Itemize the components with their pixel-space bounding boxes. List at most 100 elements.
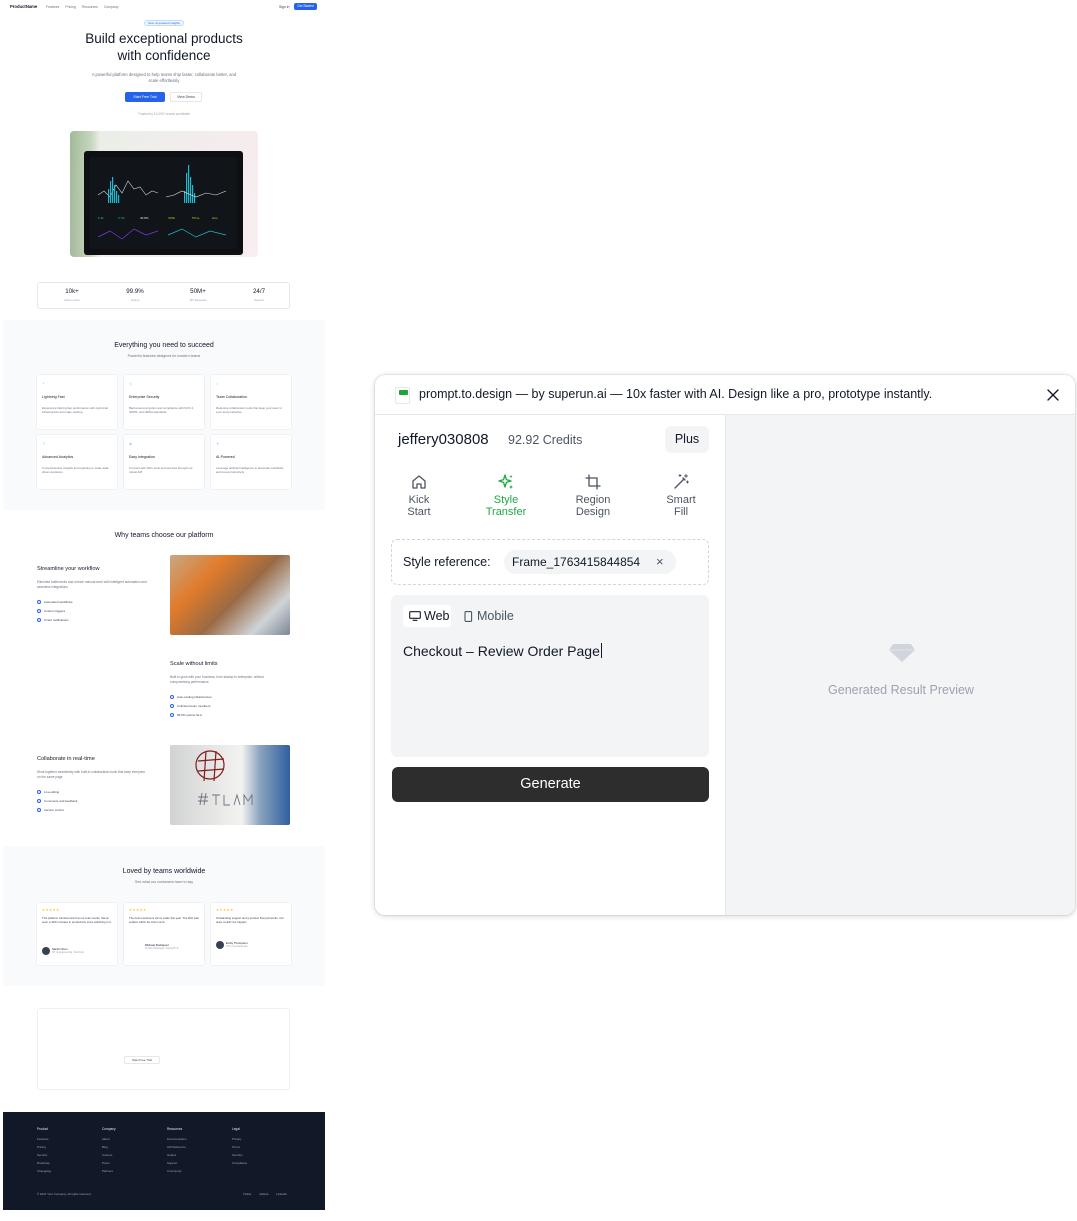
footer-link[interactable]: Documentation — [167, 1135, 186, 1143]
footer-link[interactable]: Privacy — [232, 1135, 247, 1143]
signin-link[interactable]: Sign in — [279, 5, 289, 9]
footer-link[interactable]: Terms — [232, 1143, 247, 1151]
footer-link[interactable]: Support — [167, 1159, 186, 1167]
site-nav: ProductName Features Pricing Resources C… — [3, 3, 325, 13]
site-nav-links: Features Pricing Resources Company — [46, 5, 123, 9]
style-reference-dropzone[interactable]: Style reference: Frame_1763415844854 × — [391, 539, 709, 585]
feature-bullet: Unlimited team members — [170, 704, 210, 708]
platform-toggle-web[interactable]: Web — [403, 605, 451, 627]
mobile-icon — [464, 611, 473, 622]
crop-icon — [585, 474, 601, 490]
footer-link[interactable]: Security — [37, 1151, 51, 1159]
sparkle-icon — [498, 474, 513, 489]
footer-link[interactable]: Press — [102, 1159, 116, 1167]
social-link-twitter[interactable]: Twitter — [243, 1192, 252, 1196]
footer-link[interactable]: Careers — [102, 1151, 116, 1159]
site-logo[interactable]: ProductName — [10, 4, 37, 9]
feature-title: AI-Powered — [216, 455, 235, 459]
mode-label-line: Start — [407, 506, 431, 518]
feature-desc: Real-time collaboration tools that keep … — [216, 406, 282, 415]
footer-link[interactable]: Changelog — [37, 1167, 51, 1175]
nav-link-resources[interactable]: Resources — [82, 5, 98, 9]
star-rating-icon: ★★★★★ — [216, 908, 234, 912]
svg-text:40.8%: 40.8% — [140, 216, 149, 220]
feature-bullet: 99.9% uptime SLA — [170, 713, 202, 717]
footer-link[interactable]: Blog — [102, 1143, 116, 1151]
plan-badge[interactable]: Plus — [665, 426, 709, 453]
testimonial-role: Product Manager, StartupXYZ — [145, 947, 179, 950]
style-reference-label: Style reference: — [403, 555, 491, 569]
feature-card: ◈ Easy Integration Connect with 100+ tools… — [124, 435, 204, 489]
cta-section: Start Free Trial — [37, 1008, 290, 1090]
username: jeffery030808 — [398, 431, 489, 448]
controls-pane: jeffery030808 92.92 Credits Plus Kick Sta… — [375, 415, 725, 915]
hero-image: 6.4k 3.7% 40.8% 479K 57ms 2ms — [70, 131, 258, 257]
close-icon[interactable] — [1045, 387, 1061, 403]
plug-icon: ◈ — [129, 441, 133, 446]
mode-style-transfer[interactable]: Style Transfer — [474, 473, 538, 518]
footer-link[interactable]: Features — [37, 1135, 51, 1143]
cta-start-trial-button[interactable]: Start Free Trial — [124, 1056, 160, 1064]
users-icon: ○ — [216, 381, 219, 386]
footer-link[interactable]: Pricing — [37, 1143, 51, 1151]
footer-link[interactable]: Compliance — [232, 1159, 247, 1167]
stat-label: Support — [254, 298, 264, 302]
remove-reference-icon[interactable]: × — [656, 554, 664, 569]
panel-titlebar: prompt.to.design — by superun.ai — 10x f… — [375, 375, 1075, 415]
footer-column: Resources Documentation API Reference Gu… — [167, 1127, 186, 1175]
check-circle-icon — [170, 695, 174, 699]
row-title: Scale without limits — [170, 661, 218, 667]
social-link-linkedin[interactable]: LinkedIn — [276, 1192, 287, 1196]
panel-title: prompt.to.design — by superun.ai — 10x f… — [419, 387, 933, 401]
testimonial-quote: The best investment we've made this year… — [129, 916, 199, 925]
platform-mobile-label: Mobile — [477, 609, 514, 623]
testimonials-subtitle: See what our customers have to say — [134, 880, 194, 884]
style-reference-filename: Frame_1763415844854 — [512, 555, 641, 569]
feature-title: Team Collaboration — [216, 395, 247, 399]
get-started-button[interactable]: Get Started — [294, 3, 317, 10]
footer-link[interactable]: Community — [167, 1167, 186, 1175]
feature-desc: Leverage artificial intelligence to auto… — [216, 466, 284, 475]
mode-label-line: Transfer — [485, 506, 527, 518]
stat-item: 99.9% Uptime — [105, 288, 165, 302]
mode-label-line: Design — [575, 506, 611, 518]
view-demo-button[interactable]: View Demo — [170, 92, 202, 102]
start-trial-button[interactable]: Start Free Trial — [125, 92, 165, 102]
chart-icon: ↗ — [42, 441, 46, 446]
footer-link[interactable]: Security — [232, 1151, 247, 1159]
stat-item: 24/7 Support — [229, 288, 289, 302]
feature-title: Enterprise Security — [129, 395, 160, 399]
check-circle-icon — [170, 713, 174, 717]
testimonial-role: VP of Engineering, TechCorp — [52, 951, 85, 954]
hero-badge: New: AI-powered insights — [144, 20, 184, 26]
footer-link[interactable]: Partners — [102, 1167, 116, 1175]
why-title: Why teams choose our platform — [114, 532, 214, 539]
bullet-text: Live editing — [44, 790, 60, 794]
generate-button[interactable]: Generate — [392, 767, 709, 802]
hero-title-line2: with confidence — [117, 47, 211, 63]
nav-link-company[interactable]: Company — [104, 5, 119, 9]
site-footer: Product Features Pricing Security Roadma… — [3, 1112, 325, 1210]
footer-link[interactable]: Guides — [167, 1151, 186, 1159]
features-subtitle: Powerful features designed for modern te… — [127, 354, 201, 358]
mode-label-line: Style — [493, 494, 519, 506]
platform-toggle-mobile[interactable]: Mobile — [459, 605, 519, 627]
footer-heading: Resources — [167, 1127, 183, 1131]
nav-link-pricing[interactable]: Pricing — [65, 5, 75, 9]
mode-smart-fill[interactable]: Smart Fill — [649, 473, 713, 518]
prompt-input[interactable]: Checkout – Review Order Page — [403, 643, 697, 659]
testimonial-role: CTO, InnovateLabs — [226, 945, 248, 948]
text-caret — [600, 643, 602, 658]
footer-link[interactable]: Roadmap — [37, 1159, 51, 1167]
factory-robots-photo — [170, 555, 290, 635]
whiteboard-sketch — [195, 750, 253, 806]
footer-link[interactable]: API Reference — [167, 1143, 186, 1151]
footer-link[interactable]: About — [102, 1135, 116, 1143]
bullet-text: Auto-scaling infrastructure — [177, 695, 212, 699]
nav-link-features[interactable]: Features — [46, 5, 59, 9]
row-title: Collaborate in real-time — [37, 756, 95, 762]
mode-region-design[interactable]: Region Design — [561, 473, 625, 518]
testimonials-title: Loved by teams worldwide — [122, 868, 206, 875]
mode-kick-start[interactable]: Kick Start — [387, 473, 451, 518]
social-link-github[interactable]: GitHub — [259, 1192, 268, 1196]
